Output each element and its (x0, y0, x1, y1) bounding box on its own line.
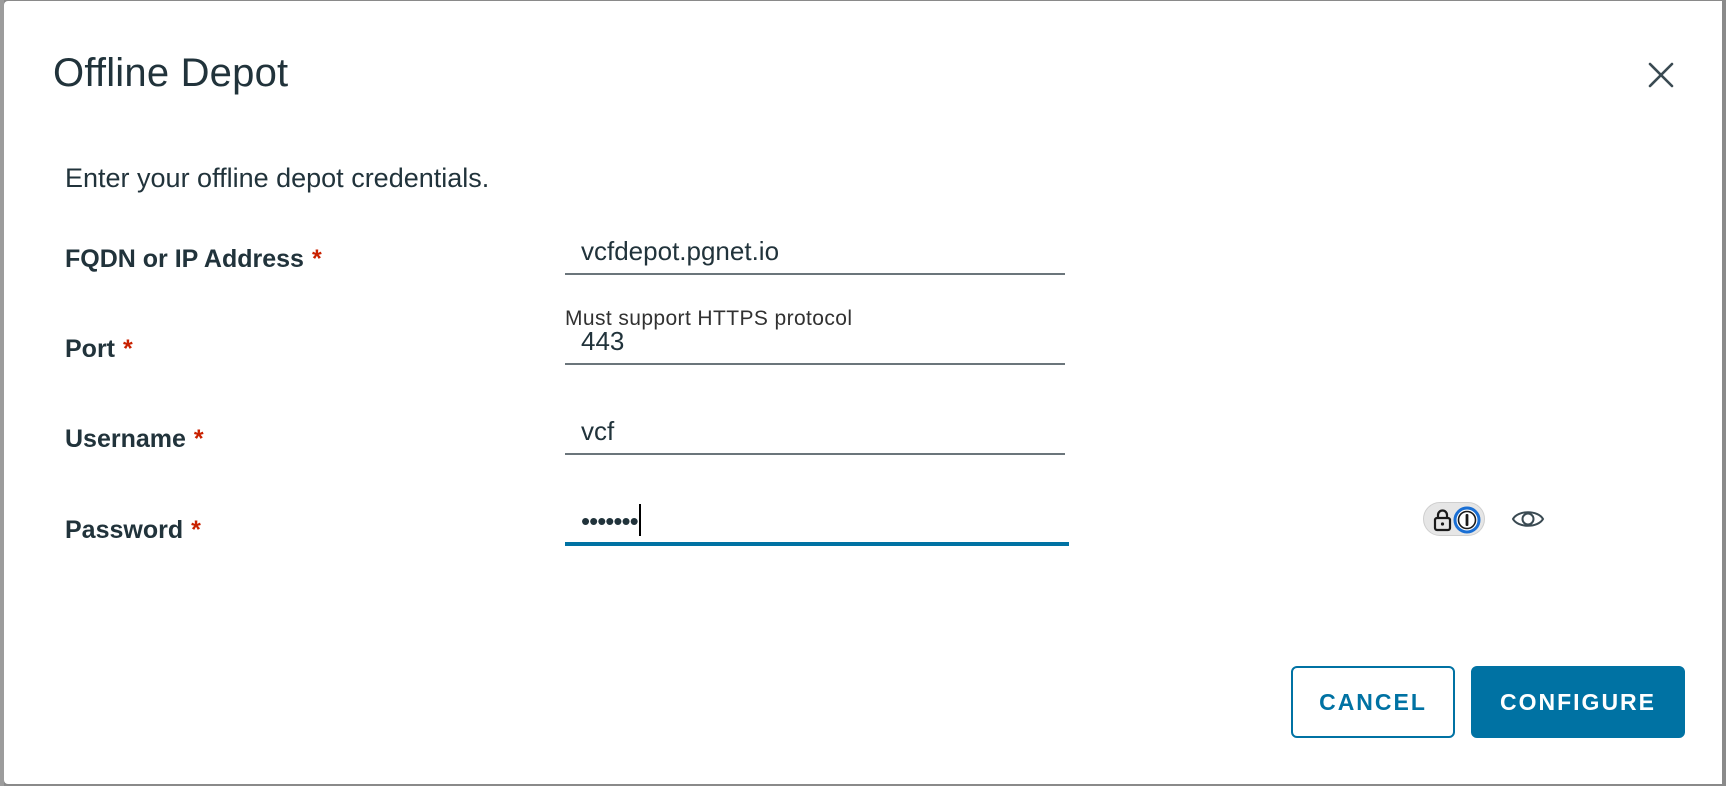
required-marker: * (193, 425, 204, 453)
close-button[interactable] (1641, 55, 1681, 95)
port-input-value: 443 (581, 326, 625, 356)
username-label: Username * (65, 423, 204, 455)
port-label-text: Port (65, 335, 115, 363)
required-marker: * (311, 245, 322, 273)
password-manager-button[interactable] (1423, 502, 1485, 536)
username-row: Username * vcf (65, 409, 1065, 469)
required-marker: * (191, 516, 201, 544)
port-row: Port * 443 (65, 319, 1065, 379)
port-input[interactable]: 443 (565, 319, 1065, 365)
password-label: Password * (65, 514, 201, 546)
eye-icon[interactable] (1511, 506, 1545, 532)
cancel-button[interactable]: CANCEL (1291, 666, 1455, 738)
port-label: Port * (65, 333, 133, 365)
password-masked-text: ••••••• (581, 506, 639, 536)
fqdn-input-value: vcfdepot.pgnet.io (581, 236, 780, 266)
password-label-text: Password (65, 516, 184, 544)
text-caret (638, 504, 641, 536)
password-input-value: ••••••• (581, 504, 641, 537)
password-row: Password * ••••••• (65, 498, 1545, 558)
offline-depot-dialog: Offline Depot Enter your offline depot c… (4, 1, 1722, 784)
fqdn-label: FQDN or IP Address * (65, 243, 322, 275)
required-marker: * (123, 335, 133, 363)
dialog-title: Offline Depot (53, 51, 289, 95)
fqdn-input[interactable]: vcfdepot.pgnet.io (565, 229, 1065, 275)
fqdn-row: FQDN or IP Address * vcfdepot.pgnet.io (65, 229, 1065, 289)
dialog-subtitle: Enter your offline depot credentials. (65, 163, 490, 193)
password-input[interactable]: ••••••• (565, 498, 1545, 546)
username-input-value: vcf (581, 416, 615, 446)
fqdn-label-text: FQDN or IP Address (65, 245, 304, 273)
password-manager-icon (1433, 506, 1481, 534)
configure-button[interactable]: CONFIGURE (1471, 666, 1685, 738)
username-input[interactable]: vcf (565, 409, 1065, 455)
close-icon (1648, 62, 1674, 88)
username-label-text: Username (65, 425, 186, 453)
